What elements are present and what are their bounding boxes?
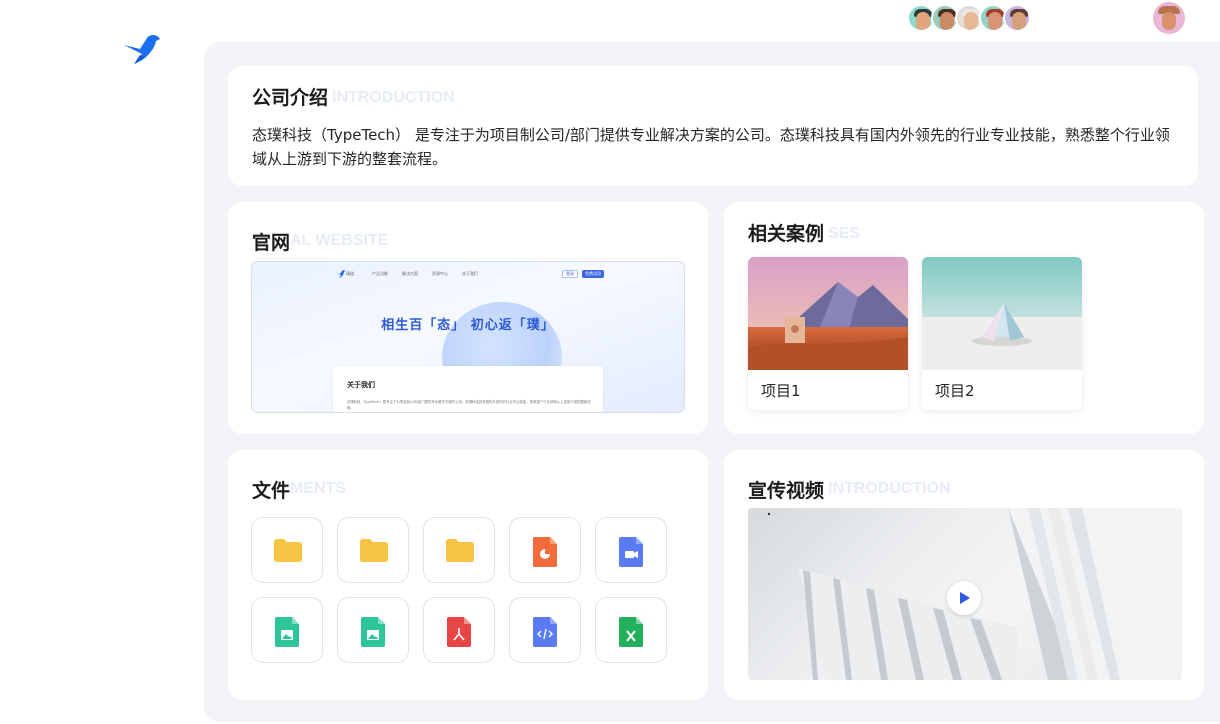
preview-nav-item: 解决方案 (402, 271, 418, 276)
file-tile[interactable] (251, 597, 323, 663)
preview-signup-button: 免费试用 (582, 270, 604, 278)
case-thumbnail-2 (922, 257, 1082, 370)
preview-slogan: 相生百「态」 初心返「璞」 (381, 318, 555, 333)
app-root: INTRODUCTION 公司介绍 态璞科技（TypeTech） 是专注于为项目… (0, 0, 1220, 724)
file-tile[interactable] (595, 517, 667, 583)
section-title: 文件 (252, 480, 291, 502)
section-ghost-text: SES (828, 225, 861, 242)
folder-icon (360, 539, 388, 562)
file-tile[interactable] (509, 517, 581, 583)
case-thumbnail-1 (748, 257, 908, 370)
file-tile[interactable] (423, 517, 495, 583)
section-ghost-text: INTRODUCTION (828, 480, 951, 497)
file-tile[interactable] (509, 597, 581, 663)
file-tile[interactable] (251, 517, 323, 583)
website-preview[interactable]: 璞道 产品功能 解决方案 资源中心 关于我们 登录 免费试用 相生百「态」 初心… (251, 261, 685, 413)
preview-nav-item: 关于我们 (462, 271, 478, 276)
file-tile[interactable] (595, 597, 667, 663)
bird-logo-icon[interactable] (120, 30, 164, 68)
folder-icon (274, 539, 302, 562)
preview-about-title: 关于我们 (347, 381, 375, 389)
play-button[interactable] (947, 581, 981, 615)
section-ghost-text: INTRODUCTION (332, 89, 455, 106)
team-avatar-group[interactable] (907, 4, 1031, 32)
related-cases-card: SES 相关案例 项目1 项目2 (724, 202, 1204, 434)
promo-video-card: INTRODUCTION 宣传视频 (724, 450, 1204, 700)
play-icon (960, 592, 970, 604)
case-label: 项目1 (761, 382, 801, 400)
section-title: 官网 (252, 232, 291, 254)
preview-nav-item: 产品功能 (372, 271, 388, 276)
preview-brand-name: 璞道 (346, 271, 354, 276)
preview-about-text: 态璞科技（TypeTech）是专注于为项目制公司/部门提供专业解决方案的公司。态… (347, 400, 591, 410)
intro-text: 态璞科技（TypeTech） 是专注于为项目制公司/部门提供专业解决方案的公司。… (252, 126, 1170, 168)
user-avatar[interactable] (1153, 2, 1185, 34)
image-file-icon (361, 617, 385, 647)
preview-nav-item: 资源中心 (432, 271, 448, 276)
preview-login-button: 登录 (562, 270, 578, 278)
avatar[interactable] (1003, 4, 1031, 32)
case-card-2[interactable]: 项目2 (922, 257, 1082, 410)
excel-file-icon (619, 617, 643, 647)
pdf-file-icon (447, 617, 471, 647)
case-card-1[interactable]: 项目1 (748, 257, 908, 410)
section-title: 公司介绍 (252, 87, 329, 109)
video-file-icon (619, 537, 643, 567)
file-tile[interactable] (337, 597, 409, 663)
folder-icon (446, 539, 474, 562)
case-label: 项目2 (935, 382, 975, 400)
files-card: MENTS 文件 (228, 450, 708, 700)
video-player[interactable] (748, 508, 1182, 680)
website-card: AL WEBSITE 官网 璞道 产品功能 解决方案 资源中心 关于我们 登录 … (228, 202, 708, 434)
file-tile[interactable] (423, 597, 495, 663)
section-title: 宣传视频 (748, 480, 825, 502)
file-tile[interactable] (337, 517, 409, 583)
section-title: 相关案例 (748, 223, 825, 245)
preview-nav: 璞道 产品功能 解决方案 资源中心 关于我们 登录 免费试用 (252, 268, 684, 280)
image-file-icon (275, 617, 299, 647)
preview-about-box: 关于我们 态璞科技（TypeTech）是专注于为项目制公司/部门提供专业解决方案… (333, 366, 603, 412)
section-ghost-text: AL WEBSITE (290, 232, 389, 249)
code-file-icon (533, 617, 557, 647)
section-ghost-text: MENTS (290, 480, 346, 497)
ppt-file-icon (533, 537, 557, 567)
company-intro-card: INTRODUCTION 公司介绍 态璞科技（TypeTech） 是专注于为项目… (228, 66, 1198, 186)
